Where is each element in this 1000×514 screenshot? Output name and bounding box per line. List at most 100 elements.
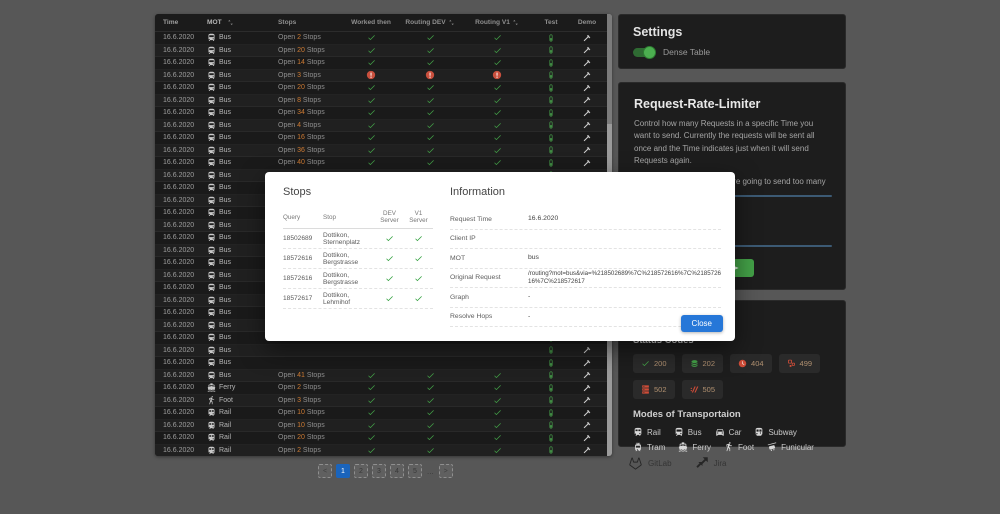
test-action[interactable] (535, 359, 567, 367)
test-action[interactable] (535, 421, 567, 429)
table-row[interactable]: 16.6.2020RailOpen 10 Stops (155, 407, 612, 420)
open-stops-link[interactable]: Open 36 Stops (265, 147, 341, 154)
table-row[interactable]: 16.6.2020BusOpen 16 Stops (155, 132, 612, 145)
demo-action[interactable] (567, 371, 607, 379)
bus-icon (207, 58, 216, 67)
table-row[interactable]: 16.6.2020BusOpen 20 Stops (155, 45, 612, 58)
open-stops-link[interactable]: Open 2 Stops (265, 447, 341, 454)
open-stops-link[interactable]: Open 20 Stops (265, 434, 341, 441)
test-action[interactable] (535, 434, 567, 442)
demo-action[interactable] (567, 434, 607, 442)
open-stops-link[interactable]: Open 3 Stops (265, 72, 341, 79)
table-row[interactable]: 16.6.2020BusOpen 36 Stops (155, 145, 612, 158)
demo-action[interactable] (567, 109, 607, 117)
table-row[interactable]: 16.6.2020FootOpen 3 Stops (155, 395, 612, 408)
demo-action[interactable] (567, 84, 607, 92)
prev-page-button[interactable]: < (318, 464, 332, 478)
open-stops-link[interactable]: Open 20 Stops (265, 47, 341, 54)
demo-action[interactable] (567, 409, 607, 417)
page-button-2[interactable]: 2 (354, 464, 368, 478)
page-button-1[interactable]: 1 (336, 464, 350, 478)
test-action[interactable] (535, 46, 567, 54)
demo-action[interactable] (567, 59, 607, 67)
table-row[interactable]: 16.6.2020Bus (155, 345, 612, 358)
test-action[interactable] (535, 384, 567, 392)
test-action[interactable] (535, 396, 567, 404)
table-row[interactable]: 16.6.2020RailOpen 20 Stops (155, 432, 612, 445)
close-button[interactable]: Close (681, 315, 723, 332)
test-action[interactable] (535, 409, 567, 417)
open-stops-link[interactable]: Open 16 Stops (265, 134, 341, 141)
open-stops-link[interactable]: Open 41 Stops (265, 372, 341, 379)
demo-action[interactable] (567, 121, 607, 129)
table-row[interactable]: 16.6.2020BusOpen 20 Stops (155, 82, 612, 95)
test-action[interactable] (535, 134, 567, 142)
open-stops-link[interactable]: Open 2 Stops (265, 34, 341, 41)
demo-action[interactable] (567, 34, 607, 42)
demo-action[interactable] (567, 46, 607, 54)
table-row[interactable]: 16.6.2020BusOpen 41 Stops (155, 370, 612, 383)
demo-action[interactable] (567, 159, 607, 167)
next-page-button[interactable]: > (439, 464, 453, 478)
table-row[interactable]: 16.6.2020FerryOpen 2 Stops (155, 382, 612, 395)
v1-server-check (404, 234, 433, 243)
open-stops-link[interactable]: Open 14 Stops (265, 59, 341, 66)
test-action[interactable] (535, 84, 567, 92)
test-action[interactable] (535, 146, 567, 154)
open-stops-link[interactable]: Open 40 Stops (265, 159, 341, 166)
page-button-3[interactable]: 3 (372, 464, 386, 478)
column-header[interactable]: MOT (201, 19, 265, 26)
demo-action[interactable] (567, 384, 607, 392)
test-action[interactable] (535, 371, 567, 379)
demo-action[interactable] (567, 96, 607, 104)
demo-action[interactable] (567, 446, 607, 454)
table-row[interactable]: 16.6.2020Bus (155, 357, 612, 370)
check-icon (367, 58, 376, 67)
table-row[interactable]: 16.6.2020BusOpen 4 Stops (155, 120, 612, 133)
test-action[interactable] (535, 34, 567, 42)
open-stops-link[interactable]: Open 2 Stops (265, 384, 341, 391)
page-button-5[interactable]: 5 (408, 464, 422, 478)
demo-action[interactable] (567, 71, 607, 79)
test-action[interactable] (535, 346, 567, 354)
dense-table-toggle[interactable] (633, 48, 655, 57)
test-action[interactable] (535, 96, 567, 104)
column-header[interactable]: Routing V1 (459, 19, 535, 26)
test-action[interactable] (535, 59, 567, 67)
demo-action[interactable] (567, 134, 607, 142)
table-row[interactable]: 16.6.2020BusOpen 3 Stops (155, 70, 612, 83)
demo-action[interactable] (567, 359, 607, 367)
jira-link[interactable]: Jira (694, 456, 727, 471)
open-stops-link[interactable]: Open 34 Stops (265, 109, 341, 116)
open-stops-link[interactable]: Open 10 Stops (265, 422, 341, 429)
test-action[interactable] (535, 71, 567, 79)
demo-action[interactable] (567, 396, 607, 404)
demo-action[interactable] (567, 146, 607, 154)
open-stops-link[interactable]: Open 4 Stops (265, 122, 341, 129)
open-stops-link[interactable]: Open 3 Stops (265, 397, 341, 404)
test-action[interactable] (535, 446, 567, 454)
table-row[interactable]: 16.6.2020BusOpen 34 Stops (155, 107, 612, 120)
demo-action[interactable] (567, 421, 607, 429)
table-row[interactable]: 16.6.2020BusOpen 14 Stops (155, 57, 612, 70)
table-row[interactable]: 16.6.2020BusOpen 2 Stops (155, 32, 612, 45)
table-row[interactable]: 16.6.2020RailOpen 10 Stops (155, 420, 612, 433)
test-action[interactable] (535, 121, 567, 129)
open-stops-link[interactable]: Open 10 Stops (265, 409, 341, 416)
toggle-knob[interactable] (643, 46, 656, 59)
table-row[interactable]: 16.6.2020BusOpen 8 Stops (155, 95, 612, 108)
dev-server-check (375, 294, 404, 303)
demo-action[interactable] (567, 346, 607, 354)
gitlab-link[interactable]: GitLab (628, 456, 672, 471)
scrollbar-thumb[interactable] (607, 14, 612, 124)
column-header[interactable]: Routing DEV (401, 19, 459, 26)
page-button-4[interactable]: 4 (390, 464, 404, 478)
vial-icon (547, 109, 555, 117)
open-stops-link[interactable]: Open 8 Stops (265, 97, 341, 104)
table-row[interactable]: 16.6.2020BusOpen 40 Stops (155, 157, 612, 170)
test-action[interactable] (535, 159, 567, 167)
row-mot: Bus (201, 333, 265, 342)
test-action[interactable] (535, 109, 567, 117)
open-stops-link[interactable]: Open 20 Stops (265, 84, 341, 91)
table-row[interactable]: 16.6.2020RailOpen 2 Stops (155, 445, 612, 457)
